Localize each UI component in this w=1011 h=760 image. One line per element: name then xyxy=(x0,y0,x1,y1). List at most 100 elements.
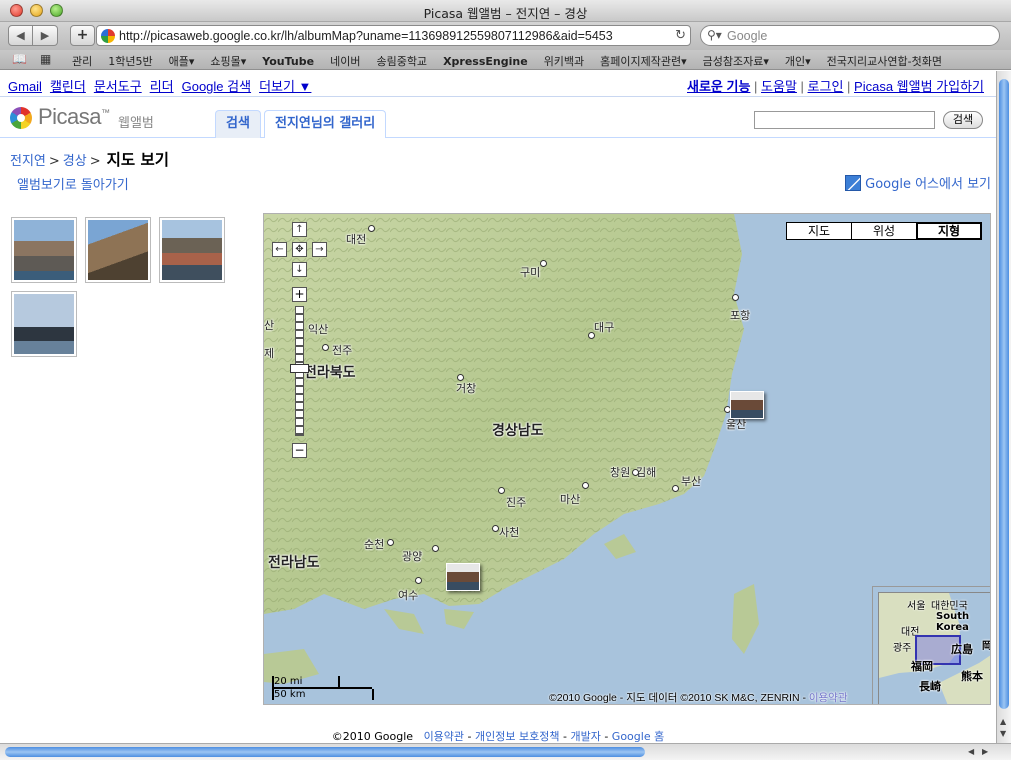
photo-image xyxy=(14,220,74,280)
bookmark-item[interactable]: 네이버 xyxy=(330,55,360,68)
bookmark-item[interactable]: XpressEngine xyxy=(443,55,528,68)
vertical-scrollbar[interactable]: ▲ ▼ xyxy=(996,71,1011,743)
browser-search-field[interactable]: ⚲▾ Google xyxy=(700,25,1000,46)
map-label-suncheon: 순천 xyxy=(364,538,385,551)
logo-wordmark: Picasa™ xyxy=(38,104,110,129)
bookmark-item[interactable]: 개인▾ xyxy=(785,55,811,68)
horizontal-scroll-thumb[interactable] xyxy=(5,747,645,757)
new-features-link[interactable]: 새로운 기능 xyxy=(687,79,750,94)
map-view[interactable]: 대전 구미 포항 대구 전주 전라북도 익산 산 제 거창 경상남도 울산 창원… xyxy=(263,213,991,705)
map-label-daejeon: 대전 xyxy=(346,233,367,246)
photo-map-marker[interactable] xyxy=(730,391,764,419)
bookmark-item[interactable]: 금성참조자료▾ xyxy=(703,55,769,68)
signup-link[interactable]: Picasa 웹앨범 가입하기 xyxy=(854,79,984,94)
overview-label-korea: Korea xyxy=(936,622,969,633)
reader-link[interactable]: 리더 xyxy=(150,79,174,94)
bookmark-item[interactable]: 홈페이지제작관련▾ xyxy=(600,55,686,68)
city-marker xyxy=(498,487,505,494)
breadcrumb-user-link[interactable]: 전지연 xyxy=(10,154,46,169)
photo-thumbnail[interactable] xyxy=(11,217,77,283)
vertical-scroll-thumb[interactable] xyxy=(999,79,1009,709)
map-label-pohang: 포항 xyxy=(730,309,751,322)
zoom-slider-handle[interactable] xyxy=(290,364,309,373)
calendar-link[interactable]: 캘린더 xyxy=(50,79,86,94)
pan-center-icon[interactable]: ✥ xyxy=(292,242,307,257)
city-marker xyxy=(368,225,375,232)
overview-label-gwangju: 광주 xyxy=(893,643,912,654)
map-type-map-button[interactable]: 지도 xyxy=(786,222,852,240)
bookmark-item[interactable]: 애플▾ xyxy=(169,55,195,68)
breadcrumb-separator: > xyxy=(89,154,101,169)
footer-separator: - xyxy=(559,730,571,743)
bookmark-item[interactable]: YouTube xyxy=(262,55,314,68)
picasa-logo[interactable]: Picasa™ 웹앨범 xyxy=(10,104,160,131)
top-sites-grid-icon[interactable]: ▦ xyxy=(40,52,51,66)
address-bar[interactable]: http://picasaweb.google.co.kr/lh/albumMa… xyxy=(96,25,691,46)
bookmark-item[interactable]: 위키백과 xyxy=(544,55,584,68)
docs-link[interactable]: 문서도구 xyxy=(94,79,142,94)
map-label-san: 산 xyxy=(264,319,275,332)
url-text[interactable]: http://picasaweb.google.co.kr/lh/albumMa… xyxy=(119,29,613,43)
breadcrumb-album-link[interactable]: 경상 xyxy=(63,154,87,169)
back-button[interactable]: ◀ xyxy=(8,25,33,46)
bookmark-item[interactable]: 1학년5반 xyxy=(108,55,152,68)
map-label-gumi: 구미 xyxy=(520,266,541,279)
zoom-out-button[interactable]: − xyxy=(292,443,307,458)
tab-gallery[interactable]: 전지연님의 갤러리 xyxy=(264,110,387,138)
map-terms-link[interactable]: 이용약관 xyxy=(809,692,848,704)
photo-image xyxy=(162,220,222,280)
more-menu-link[interactable]: 더보기 ▼ xyxy=(259,79,311,94)
google-earth-label[interactable]: Google 어스에서 보기 xyxy=(865,177,991,192)
add-bookmark-button[interactable]: + xyxy=(70,25,95,46)
scroll-down-arrow-icon[interactable]: ▼ xyxy=(1000,729,1006,738)
horizontal-scrollbar[interactable]: ◀ ▶ xyxy=(0,743,1011,760)
map-type-terrain-button[interactable]: 지형 xyxy=(916,222,982,240)
map-type-satellite-button[interactable]: 위성 xyxy=(851,222,917,240)
help-link[interactable]: 도움말 xyxy=(761,79,797,94)
bookmark-item[interactable]: 쇼핑몰▾ xyxy=(210,55,246,68)
city-marker xyxy=(672,485,679,492)
bookmark-item[interactable]: 관리 xyxy=(72,55,92,68)
zoom-in-button[interactable]: + xyxy=(292,287,307,302)
pan-down-arrow-icon[interactable]: ↓ xyxy=(292,262,307,277)
gmail-link[interactable]: Gmail xyxy=(8,79,42,94)
scroll-up-arrow-icon[interactable]: ▲ xyxy=(1000,717,1006,726)
city-marker xyxy=(322,344,329,351)
overview-label-korea-kr: 대한민국 xyxy=(931,601,968,612)
pan-up-arrow-icon[interactable]: ↑ xyxy=(292,222,307,237)
map-label-gyeongnam: 경상남도 xyxy=(492,423,544,439)
picasa-search-input[interactable] xyxy=(754,111,935,129)
google-search-link[interactable]: Google 검색 xyxy=(182,79,251,94)
forward-button[interactable]: ▶ xyxy=(33,25,58,46)
logo-subtitle: 웹앨범 xyxy=(118,116,154,131)
login-link[interactable]: 로그인 xyxy=(808,79,844,94)
footer-privacy-link[interactable]: 개인정보 보호정책 xyxy=(475,730,559,743)
bookmark-item[interactable]: 송림중학교 xyxy=(376,55,427,68)
map-scale-bar: 20 mi 50 km xyxy=(272,676,374,700)
photo-thumbnail[interactable] xyxy=(11,291,77,357)
reload-icon[interactable]: ↻ xyxy=(672,28,686,43)
photo-thumbnail[interactable] xyxy=(85,217,151,283)
scroll-right-arrow-icon[interactable]: ▶ xyxy=(982,747,988,756)
pan-right-arrow-icon[interactable]: → xyxy=(312,242,327,257)
tab-search[interactable]: 검색 xyxy=(215,110,261,138)
footer-developer-link[interactable]: 개발자 xyxy=(570,730,600,743)
browser-search-placeholder[interactable]: Google xyxy=(727,29,767,43)
picasa-search-button[interactable]: 검색 xyxy=(943,111,983,129)
page-title: 지도 보기 xyxy=(106,151,170,169)
google-earth-link[interactable]: Google 어스에서 보기 xyxy=(845,173,991,192)
back-to-album-link[interactable]: 앨범보기로 돌아가기 xyxy=(17,174,129,193)
footer-terms-link[interactable]: 이용약관 xyxy=(424,730,464,743)
photo-map-marker[interactable] xyxy=(446,563,480,591)
bookmark-item[interactable]: 전국지리교사연합-첫화면 xyxy=(827,55,942,68)
map-label-gimje: 제 xyxy=(264,347,275,360)
pan-left-arrow-icon[interactable]: ← xyxy=(272,242,287,257)
overview-label-south: South xyxy=(936,611,970,622)
scroll-left-arrow-icon[interactable]: ◀ xyxy=(968,747,974,756)
footer-google-home-link[interactable]: Google 홈 xyxy=(612,730,664,743)
overview-map[interactable]: 서울 대한민국 South Korea 대전 광주 広島 岡 福岡 長崎 熊本 xyxy=(872,586,990,704)
map-label-jeonbuk: 전라북도 xyxy=(304,365,356,381)
map-label-jeonnam: 전라남도 xyxy=(268,555,320,571)
bookmarks-book-icon[interactable]: 📖 xyxy=(12,52,27,66)
photo-thumbnail[interactable] xyxy=(159,217,225,283)
